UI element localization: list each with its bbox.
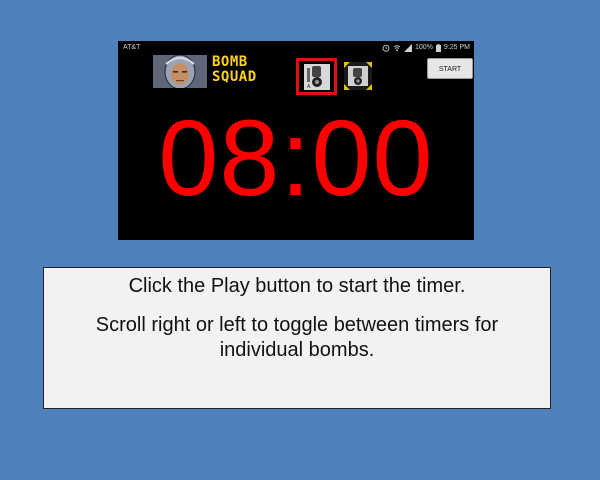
wifi-icon	[393, 45, 401, 52]
countdown-timer: 08:00	[158, 97, 434, 218]
bomb-timer-a-tab[interactable]: A	[296, 58, 337, 95]
battery-percent: 100%	[415, 44, 433, 51]
alarm-icon	[382, 44, 390, 52]
app-logo-text: BOMB SQUAD	[212, 55, 266, 85]
phone-screen: AT&T 100% 9:25 PM BOMB SQUAD A START 08:…	[118, 41, 474, 240]
logo-line-2: SQUAD	[212, 69, 257, 85]
soldier-helmet-icon	[153, 55, 207, 88]
status-icons: 100% 9:25 PM	[382, 41, 470, 55]
clock: 9:25 PM	[443, 44, 470, 51]
bomb-b-icon	[344, 62, 372, 90]
bomb-a-icon: A	[303, 63, 330, 90]
status-bar: AT&T 100% 9:25 PM	[118, 41, 474, 55]
battery-icon	[435, 44, 441, 52]
svg-text:A: A	[307, 84, 311, 90]
start-button[interactable]: START	[427, 58, 473, 79]
logo-line-1: BOMB	[212, 54, 248, 70]
bomb-squad-logo-image	[153, 55, 207, 88]
instructions-box: Click the Play button to start the timer…	[43, 267, 551, 409]
instruction-line-2: Scroll right or left to toggle between t…	[95, 314, 499, 361]
bomb-timer-b-tab[interactable]	[342, 61, 374, 91]
instruction-line-1: Click the Play button to start the timer…	[128, 275, 466, 297]
signal-icon	[404, 44, 413, 52]
carrier-label: AT&T	[123, 44, 141, 51]
